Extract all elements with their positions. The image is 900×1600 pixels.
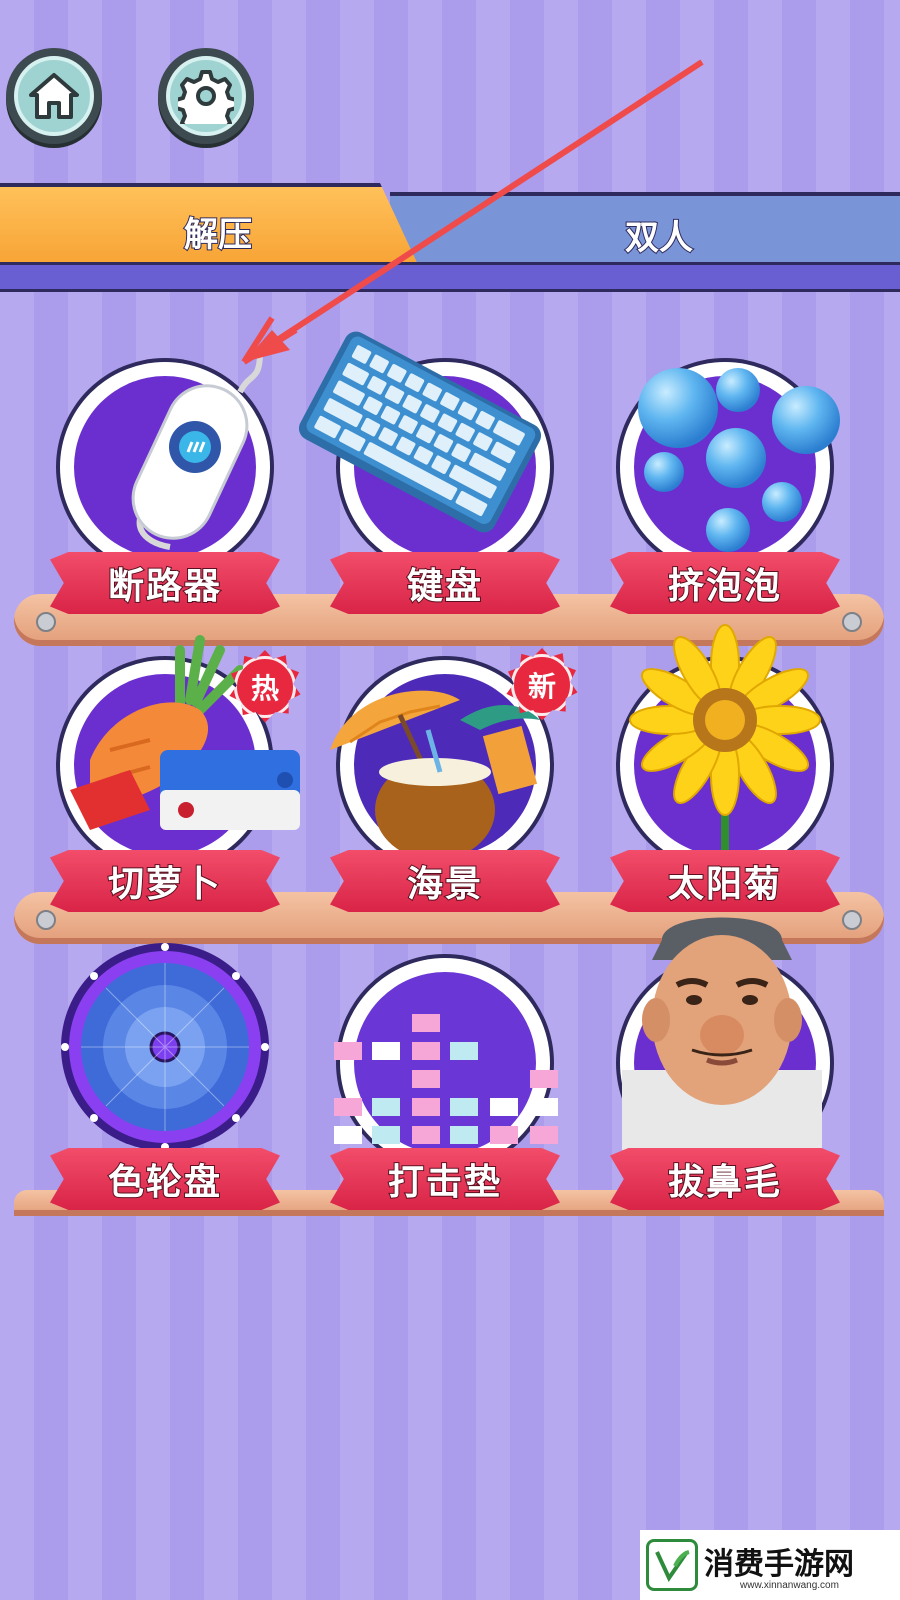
- game-label: 拔鼻毛: [667, 1161, 782, 1204]
- game-label-ribbon: 断路器: [50, 552, 280, 614]
- game-label-ribbon: 拔鼻毛: [610, 1148, 840, 1210]
- game-label: 打击垫: [387, 1161, 502, 1204]
- game-label: 切萝卜: [107, 863, 222, 906]
- game-label-ribbon: 挤泡泡: [610, 552, 840, 614]
- watermark-text: 消费手游网: [704, 1547, 854, 1582]
- tab-duo-label: 双人: [624, 217, 694, 259]
- game-tile-sunflower[interactable]: 太阳菊: [610, 624, 840, 920]
- tab-relax[interactable]: 解压: [0, 183, 420, 269]
- color-wheel-icon: [61, 943, 269, 1151]
- game-label-ribbon: 键盘: [330, 552, 560, 614]
- game-label-ribbon: 打击垫: [330, 1148, 560, 1210]
- game-label-ribbon: 海景: [330, 850, 560, 912]
- game-tile-color-wheel[interactable]: 色轮盘: [50, 943, 280, 1218]
- keyboard-icon: [298, 331, 542, 533]
- face-icon: [622, 917, 822, 1150]
- game-label: 断路器: [107, 565, 222, 608]
- game-tile-seaview[interactable]: 新 海景: [330, 648, 578, 920]
- home-icon: [29, 73, 79, 119]
- bubbles-icon: [638, 368, 840, 552]
- game-label: 色轮盘: [107, 1161, 222, 1204]
- tab-underline: [0, 262, 900, 292]
- home-button[interactable]: [6, 48, 102, 144]
- game-label-ribbon: 色轮盘: [50, 1148, 280, 1210]
- circuit-breaker-icon: [131, 352, 263, 550]
- game-tile-keyboard[interactable]: 键盘: [298, 331, 560, 622]
- sunflower-icon: [629, 624, 821, 860]
- leaf-logo-icon: [646, 1539, 698, 1591]
- game-tile-nose-hair[interactable]: 拔鼻毛: [610, 917, 840, 1218]
- game-label: 挤泡泡: [667, 565, 782, 608]
- tab-duo[interactable]: 双人: [390, 192, 900, 266]
- game-label: 键盘: [406, 565, 483, 608]
- watermark-url: www.xinnanwang.com: [740, 1580, 839, 1591]
- game-tile-carrot[interactable]: 热 切萝卜: [50, 635, 301, 920]
- game-tile-circuit-breaker[interactable]: 断路器: [50, 352, 280, 622]
- settings-button[interactable]: [158, 48, 254, 144]
- gear-icon: [178, 70, 234, 124]
- drum-pad-icon: [334, 1014, 558, 1144]
- site-watermark: 消费手游网 www.xinnanwang.com: [640, 1530, 900, 1600]
- game-label: 海景: [406, 863, 483, 906]
- game-tile-drum-pad[interactable]: 打击垫: [330, 958, 560, 1218]
- tab-relax-label: 解压: [183, 214, 253, 256]
- game-tile-bubbles[interactable]: 挤泡泡: [610, 362, 840, 622]
- game-label-ribbon: 切萝卜: [50, 850, 280, 912]
